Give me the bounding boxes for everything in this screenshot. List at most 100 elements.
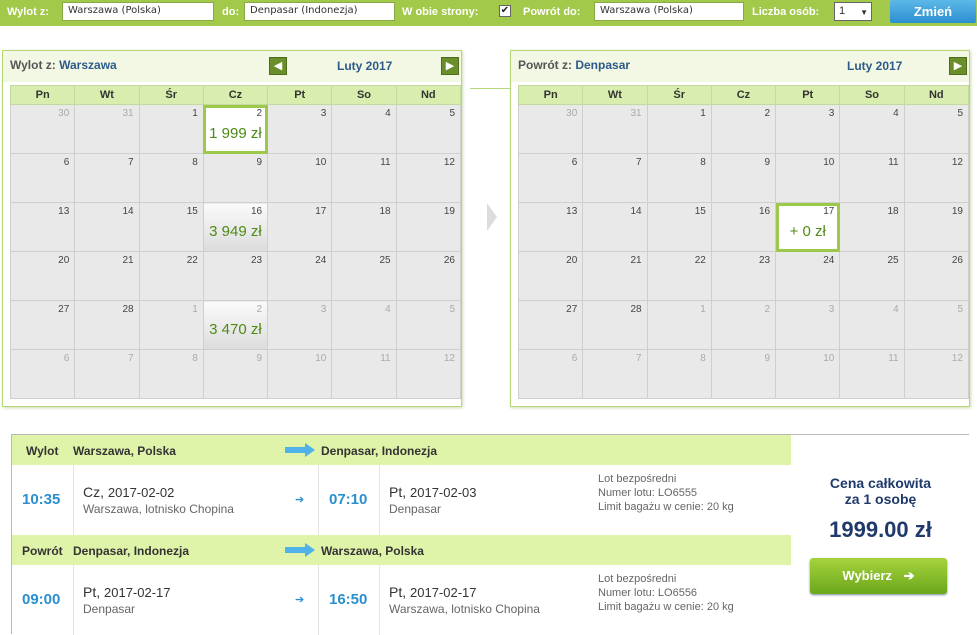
outbound-day-cell[interactable]: 2 1 999 zł <box>202 104 269 154</box>
outbound-day-cell[interactable]: 23 <box>202 251 269 301</box>
outbound-day-cell[interactable]: 11 <box>331 153 397 203</box>
return-day-cell[interactable]: 3 <box>775 104 841 154</box>
return-day-cell[interactable]: 11 <box>839 349 905 399</box>
outbound-day-cell[interactable]: 18 <box>331 202 397 252</box>
outbound-day-cell[interactable]: 9 <box>202 153 269 203</box>
to-input[interactable]: Denpasar (Indonezja) <box>244 2 395 21</box>
outbound-day-cell[interactable]: 22 <box>138 251 204 301</box>
day-number: 23 <box>250 255 263 266</box>
outbound-day-cell[interactable]: 5 <box>395 300 462 350</box>
return-day-cell[interactable]: 23 <box>710 251 777 301</box>
return-day-cell[interactable]: 8 <box>646 349 712 399</box>
return-day-cell[interactable]: 6 <box>517 153 584 203</box>
outbound-day-cell[interactable]: 26 <box>395 251 462 301</box>
outbound-day-cell[interactable]: 7 <box>74 349 140 399</box>
day-number: 10 <box>315 157 327 168</box>
outbound-day-cell[interactable]: 16 3 949 zł <box>202 202 269 252</box>
return-day-cell[interactable]: 30 <box>517 104 584 154</box>
outbound-day-cell[interactable]: 13 <box>9 202 76 252</box>
round-trip-checkbox[interactable]: ✔ <box>499 5 511 17</box>
outbound-day-cell[interactable]: 1 <box>138 300 204 350</box>
return-day-cell[interactable]: 16 <box>710 202 777 252</box>
outbound-day-cell[interactable]: 9 <box>202 349 269 399</box>
from-input[interactable]: Warszawa (Polska) <box>62 2 214 21</box>
return-day-cell[interactable]: 4 <box>839 104 905 154</box>
outbound-day-cell[interactable]: 24 <box>267 251 333 301</box>
return-day-cell[interactable]: 21 <box>582 251 648 301</box>
return-day-cell[interactable]: 8 <box>646 153 712 203</box>
outbound-day-cell[interactable]: 17 <box>267 202 333 252</box>
return-flight-row[interactable]: 09:00 Pt, 2017-02-17 Denpasar ➔ 16:50 Pt… <box>12 565 791 635</box>
outbound-day-cell[interactable]: 19 <box>395 202 462 252</box>
outbound-day-cell[interactable]: 30 <box>9 104 76 154</box>
outbound-day-cell[interactable]: 5 <box>395 104 462 154</box>
outbound-day-cell[interactable]: 6 <box>9 349 76 399</box>
return-day-cell[interactable]: 7 <box>582 349 648 399</box>
day-number: 25 <box>379 255 391 266</box>
return-day-cell[interactable]: 27 <box>517 300 584 350</box>
return-day-cell[interactable]: 13 <box>517 202 584 252</box>
return-day-cell[interactable]: 19 <box>903 202 970 252</box>
outbound-day-cell[interactable]: 14 <box>74 202 140 252</box>
outbound-day-cell[interactable]: 21 <box>74 251 140 301</box>
outbound-day-cell[interactable]: 12 <box>395 153 462 203</box>
outbound-day-cell[interactable]: 8 <box>138 153 204 203</box>
return-day-cell[interactable]: 3 <box>775 300 841 350</box>
outbound-day-cell[interactable]: 4 <box>331 104 397 154</box>
return-day-cell[interactable]: 2 <box>710 300 777 350</box>
return-day-cell[interactable]: 5 <box>903 300 970 350</box>
return-day-cell[interactable]: 11 <box>839 153 905 203</box>
return-day-cell[interactable]: 10 <box>775 153 841 203</box>
return-day-cell[interactable]: 1 <box>646 300 712 350</box>
return-route-header: Powrót Denpasar, Indonezja Warszawa, Pol… <box>12 535 791 565</box>
outbound-day-cell[interactable]: 25 <box>331 251 397 301</box>
return-day-cell[interactable]: 18 <box>839 202 905 252</box>
return-day-cell[interactable]: 7 <box>582 153 648 203</box>
return-day-cell[interactable]: 9 <box>710 153 777 203</box>
return-day-cell[interactable]: 17 + 0 zł <box>775 202 841 252</box>
outbound-day-cell[interactable]: 11 <box>331 349 397 399</box>
outbound-day-cell[interactable]: 6 <box>9 153 76 203</box>
return-day-cell[interactable]: 12 <box>903 153 970 203</box>
outbound-day-cell[interactable]: 27 <box>9 300 76 350</box>
return-day-cell[interactable]: 1 <box>646 104 712 154</box>
outbound-day-cell[interactable]: 12 <box>395 349 462 399</box>
return-day-cell[interactable]: 26 <box>903 251 970 301</box>
return-day-cell[interactable]: 4 <box>839 300 905 350</box>
change-search-button[interactable]: Zmień <box>890 0 976 23</box>
persons-select[interactable]: 1 ▼ <box>834 2 872 21</box>
outbound-day-cell[interactable]: 8 <box>138 349 204 399</box>
outbound-day-cell[interactable]: 28 <box>74 300 140 350</box>
select-button[interactable]: Wybierz ➔ <box>810 558 947 594</box>
outbound-flight-row[interactable]: 10:35 Cz, 2017-02-02 Warszawa, lotnisko … <box>12 465 791 535</box>
outbound-day-cell[interactable]: 2 3 470 zł <box>202 300 269 350</box>
return-day-cell[interactable]: 10 <box>775 349 841 399</box>
return-day-cell[interactable]: 12 <box>903 349 970 399</box>
return-day-cell[interactable]: 6 <box>517 349 584 399</box>
outbound-day-cell[interactable]: 15 <box>138 202 204 252</box>
return-day-cell[interactable]: 15 <box>646 202 712 252</box>
return-day-cell[interactable]: 31 <box>582 104 648 154</box>
return-day-cell[interactable]: 22 <box>646 251 712 301</box>
prev-month-button[interactable]: ◀ <box>269 57 287 75</box>
return-day-cell[interactable]: 20 <box>517 251 584 301</box>
outbound-day-cell[interactable]: 4 <box>331 300 397 350</box>
outbound-day-cell[interactable]: 10 <box>267 349 333 399</box>
return-day-cell[interactable]: 5 <box>903 104 970 154</box>
outbound-day-cell[interactable]: 3 <box>267 300 333 350</box>
return-day-cell[interactable]: 14 <box>582 202 648 252</box>
outbound-day-cell[interactable]: 10 <box>267 153 333 203</box>
return-input[interactable]: Warszawa (Polska) <box>594 2 744 21</box>
return-day-cell[interactable]: 28 <box>582 300 648 350</box>
return-day-cell[interactable]: 25 <box>839 251 905 301</box>
outbound-day-cell[interactable]: 3 <box>267 104 333 154</box>
next-month-button[interactable]: ▶ <box>441 57 459 75</box>
return-day-cell[interactable]: 24 <box>775 251 841 301</box>
return-day-cell[interactable]: 2 <box>710 104 777 154</box>
outbound-day-cell[interactable]: 20 <box>9 251 76 301</box>
return-next-month-button[interactable]: ▶ <box>949 57 967 75</box>
outbound-day-cell[interactable]: 31 <box>74 104 140 154</box>
outbound-day-cell[interactable]: 7 <box>74 153 140 203</box>
return-day-cell[interactable]: 9 <box>710 349 777 399</box>
outbound-day-cell[interactable]: 1 <box>138 104 204 154</box>
